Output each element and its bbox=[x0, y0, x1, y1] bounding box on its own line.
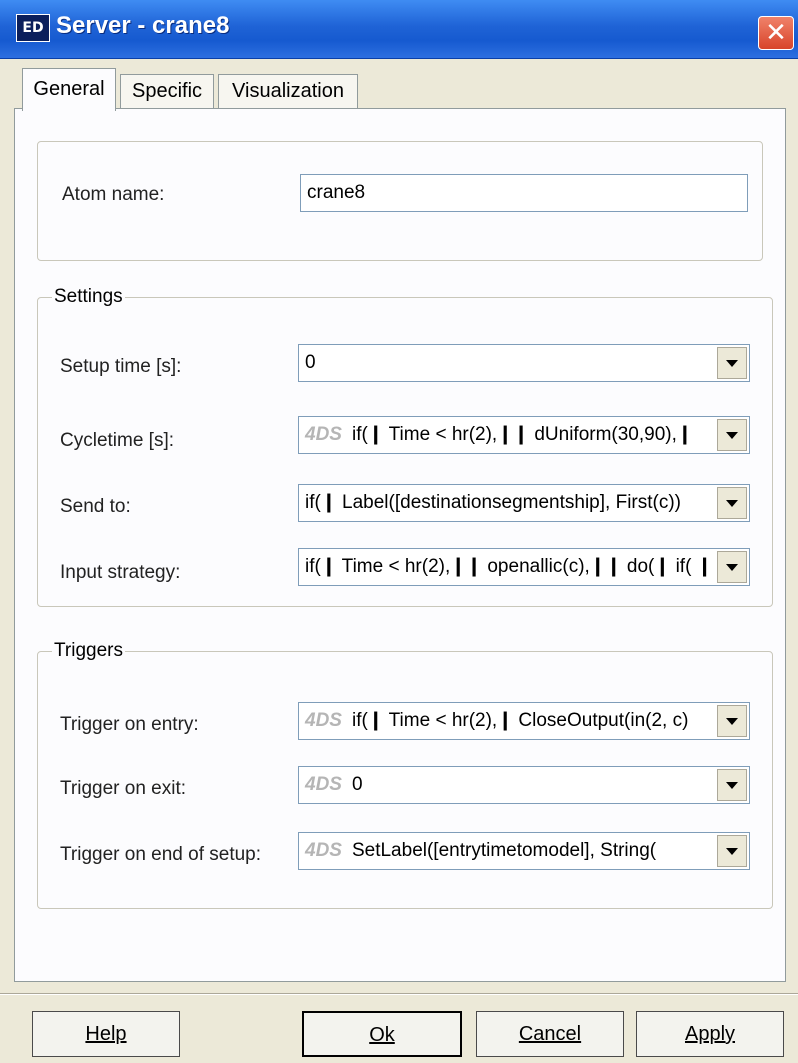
send-to-value: if(❙ Label([destinationsegmentship], Fir… bbox=[305, 492, 682, 513]
atom-name-label: Atom name: bbox=[62, 184, 165, 205]
settings-group: Settings Setup time [s]: 0 Cycletime [s]… bbox=[37, 286, 773, 607]
chevron-down-icon bbox=[726, 500, 738, 507]
ok-button[interactable]: Ok bbox=[302, 1011, 462, 1057]
atom-name-value: crane8 bbox=[307, 182, 366, 203]
setup-time-label: Setup time [s]: bbox=[60, 356, 182, 377]
setup-time-value: 0 bbox=[305, 352, 316, 373]
tab-bar: General Specific Visualization bbox=[22, 66, 782, 111]
help-button-label: Help bbox=[85, 1023, 127, 1045]
trigger-on-end-of-setup-combobox[interactable]: 4DS SetLabel([entrytimetomodel], String( bbox=[298, 832, 750, 870]
cancel-button[interactable]: Cancel bbox=[476, 1011, 624, 1057]
trigger-on-entry-label: Trigger on entry: bbox=[60, 714, 199, 735]
cycletime-value: if(❙ Time < hr(2),❙❙ dUniform(30,90),❙ bbox=[351, 424, 693, 445]
trigger-on-end-of-setup-label: Trigger on end of setup: bbox=[60, 844, 262, 865]
cycletime-dropdown-button[interactable] bbox=[717, 419, 747, 451]
trigger-on-exit-combobox[interactable]: 4DS 0 bbox=[298, 766, 750, 804]
tab-visualization[interactable]: Visualization bbox=[218, 74, 358, 109]
trigger-on-exit-value: 0 bbox=[351, 774, 363, 795]
button-separator bbox=[0, 993, 798, 995]
tab-specific[interactable]: Specific bbox=[120, 74, 214, 109]
send-to-combobox[interactable]: if(❙ Label([destinationsegmentship], Fir… bbox=[298, 484, 750, 522]
trigger-on-end-of-setup-value: SetLabel([entrytimetomodel], String( bbox=[351, 840, 657, 861]
settings-group-title: Settings bbox=[52, 286, 125, 308]
cancel-button-label: Cancel bbox=[518, 1023, 582, 1045]
chevron-down-icon bbox=[726, 848, 738, 855]
trigger-on-exit-label: Trigger on exit: bbox=[60, 778, 187, 799]
triggers-group: Triggers Trigger on entry: 4DS if(❙ Time … bbox=[37, 640, 773, 909]
triggers-group-title: Triggers bbox=[52, 640, 125, 662]
atom-name-input[interactable]: crane8 bbox=[300, 174, 748, 212]
chevron-down-icon bbox=[726, 782, 738, 789]
setup-time-combobox[interactable]: 0 bbox=[298, 344, 750, 382]
ok-button-label: Ok bbox=[369, 1024, 395, 1046]
trigger-on-entry-value: if(❙ Time < hr(2),❙ CloseOutput(in(2, c) bbox=[351, 710, 689, 731]
cycletime-combobox[interactable]: 4DS if(❙ Time < hr(2),❙❙ dUniform(30,90),… bbox=[298, 416, 750, 454]
window-title: Server - crane8 bbox=[56, 12, 230, 39]
4ds-tag: 4DS bbox=[305, 710, 342, 731]
apply-button[interactable]: Apply bbox=[636, 1011, 784, 1057]
input-strategy-value: if(❙ Time < hr(2),❙❙ openallic(c),❙❙ do(… bbox=[305, 556, 713, 577]
chevron-down-icon bbox=[726, 718, 738, 725]
trigger-on-entry-dropdown-button[interactable] bbox=[717, 705, 747, 737]
chevron-down-icon bbox=[726, 360, 738, 367]
input-strategy-label: Input strategy: bbox=[60, 562, 181, 583]
title-bar[interactable]: ED Server - crane8 ✕ bbox=[0, 0, 798, 59]
chevron-down-icon bbox=[726, 564, 738, 571]
apply-button-label: Apply bbox=[684, 1023, 736, 1045]
trigger-on-entry-combobox[interactable]: 4DS if(❙ Time < hr(2),❙ CloseOutput(in(2,… bbox=[298, 702, 750, 740]
4ds-tag: 4DS bbox=[305, 840, 342, 861]
atom-name-group: Atom name: crane8 bbox=[37, 141, 763, 261]
general-tab-panel: Atom name: crane8 Settings Setup time [s… bbox=[14, 108, 786, 982]
4ds-tag: 4DS bbox=[305, 424, 342, 445]
4ds-tag: 4DS bbox=[305, 774, 342, 795]
chevron-down-icon bbox=[726, 432, 738, 439]
close-button[interactable]: ✕ bbox=[758, 16, 794, 50]
tab-general[interactable]: General bbox=[22, 68, 116, 111]
input-strategy-combobox[interactable]: if(❙ Time < hr(2),❙❙ openallic(c),❙❙ do(… bbox=[298, 548, 750, 586]
setup-time-dropdown-button[interactable] bbox=[717, 347, 747, 379]
send-to-label: Send to: bbox=[60, 496, 131, 517]
server-dialog: ED Server - crane8 ✕ General Specific Vi… bbox=[0, 0, 798, 1063]
help-button[interactable]: Help bbox=[32, 1011, 180, 1057]
cycletime-label: Cycletime [s]: bbox=[60, 430, 175, 451]
input-strategy-dropdown-button[interactable] bbox=[717, 551, 747, 583]
trigger-on-end-of-setup-dropdown-button[interactable] bbox=[717, 835, 747, 867]
app-icon: ED bbox=[16, 14, 50, 42]
trigger-on-exit-dropdown-button[interactable] bbox=[717, 769, 747, 801]
send-to-dropdown-button[interactable] bbox=[717, 487, 747, 519]
close-x-icon: ✕ bbox=[765, 17, 787, 47]
